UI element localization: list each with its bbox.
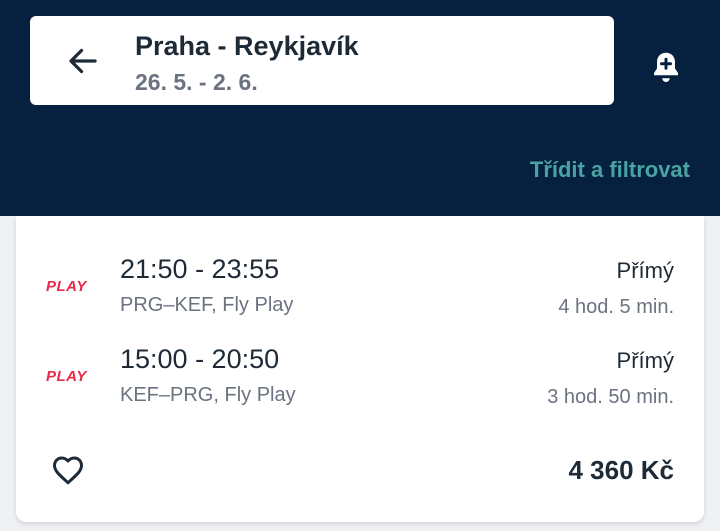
flight-result-card[interactable]: PLAY 21:50 - 23:55 PRG–KEF, Fly Play Pří… xyxy=(16,216,704,522)
airline-logo: PLAY xyxy=(46,368,87,385)
leg-duration: 3 hod. 50 min. xyxy=(547,386,674,408)
bell-plus-icon xyxy=(654,52,678,82)
return-leg: PLAY 15:00 - 20:50 KEF–PRG, Fly Play Pří… xyxy=(16,344,704,424)
route-title: Praha - Reykjavík xyxy=(135,31,359,61)
leg-times: 21:50 - 23:55 xyxy=(120,254,280,284)
price-alert-button[interactable] xyxy=(645,46,687,88)
favorite-button[interactable] xyxy=(48,450,88,490)
app-header: Praha - Reykjavík 26. 5. - 2. 6. Třídit … xyxy=(0,0,720,216)
heart-outline-icon xyxy=(53,456,83,485)
leg-stops: Přímý xyxy=(616,348,674,373)
total-price: 4 360 Kč xyxy=(568,455,674,485)
outbound-leg: PLAY 21:50 - 23:55 PRG–KEF, Fly Play Pří… xyxy=(16,254,704,334)
airline-logo: PLAY xyxy=(46,278,87,295)
leg-stops: Přímý xyxy=(616,258,674,283)
leg-times: 15:00 - 20:50 xyxy=(120,344,280,374)
trip-dates: 26. 5. - 2. 6. xyxy=(135,69,258,95)
leg-route: PRG–KEF, Fly Play xyxy=(120,294,294,316)
back-button[interactable] xyxy=(62,40,104,82)
arrow-left-icon xyxy=(69,48,97,74)
leg-route: KEF–PRG, Fly Play xyxy=(120,384,296,406)
leg-duration: 4 hod. 5 min. xyxy=(558,296,674,318)
sort-filter-link[interactable]: Třídit a filtrovat xyxy=(530,157,690,183)
